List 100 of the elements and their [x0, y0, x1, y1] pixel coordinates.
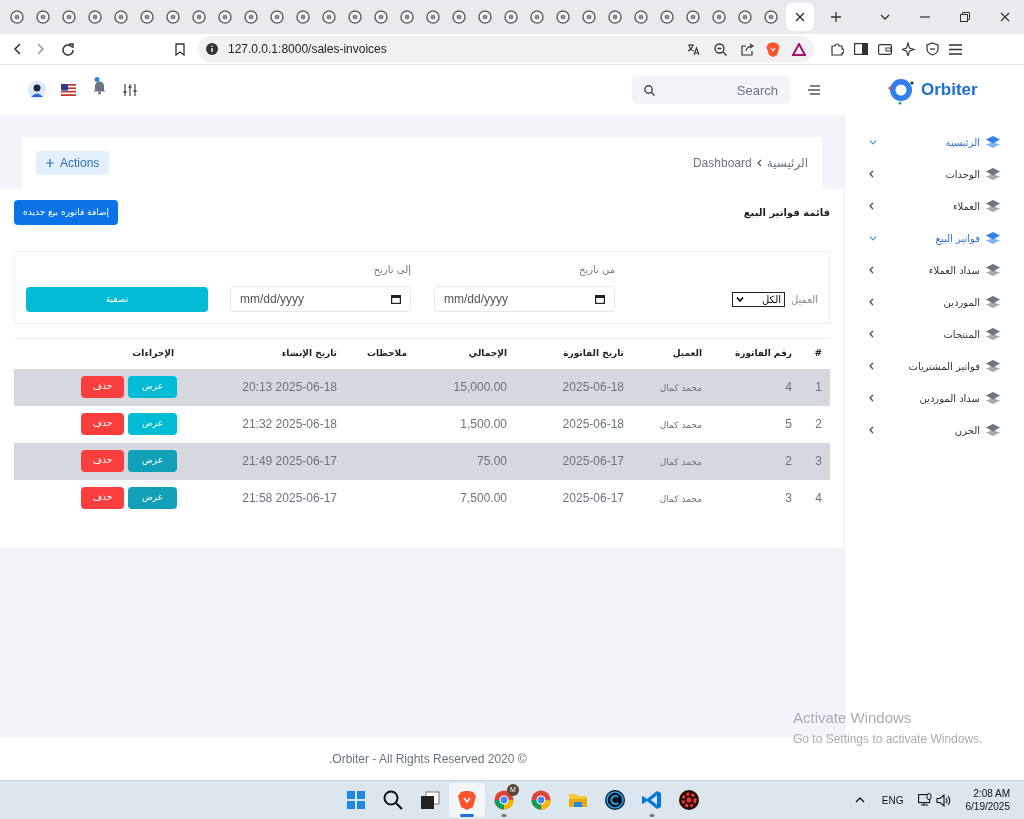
app-icon — [530, 789, 552, 811]
actions-button[interactable]: Actions — [36, 151, 110, 175]
breadcrumb-link[interactable]: Dashboard — [692, 154, 752, 172]
chevron-up-icon[interactable] — [854, 797, 865, 803]
sidebar-item[interactable]: الرئيسية — [845, 126, 1024, 158]
column-header: الإجمالي — [415, 338, 515, 369]
sidebar-item[interactable]: الخزن — [845, 414, 1024, 446]
running-indicator — [501, 814, 507, 817]
sliders-icon[interactable] — [123, 84, 137, 96]
network-icon[interactable] — [917, 793, 932, 807]
layers-icon — [986, 424, 1000, 436]
translate-icon[interactable] — [687, 42, 700, 56]
sidebar-item[interactable]: سداد الموردين — [845, 382, 1024, 414]
favicon-icon — [192, 10, 206, 24]
table-cell: 20:13 2025-06-18 — [242, 380, 337, 394]
bookmark-icon[interactable] — [175, 42, 185, 56]
layers-icon — [986, 264, 1000, 276]
table-cell: محمد كمال — [659, 383, 702, 393]
column-header: تاريخ الفاتورة — [515, 338, 632, 369]
dropdown-icon[interactable] — [880, 14, 890, 20]
favicon-icon — [530, 10, 544, 24]
app-icon — [641, 789, 663, 811]
sidebar-item[interactable]: الموردين — [845, 286, 1024, 318]
breadcrumb-link[interactable]: الرئيسية — [766, 154, 808, 172]
favicon-icon — [36, 10, 50, 24]
share-icon[interactable] — [741, 42, 754, 56]
clock[interactable]: 2:08 AM 6/19/2025 — [965, 787, 1010, 813]
sidebar-item[interactable]: سداد العملاء — [845, 254, 1024, 286]
sidebar-item[interactable]: الوحدات — [845, 158, 1024, 190]
extensions-icon[interactable] — [830, 42, 844, 56]
view-button[interactable]: عرض — [128, 450, 177, 472]
favicon-icon — [348, 10, 362, 24]
browser-tab[interactable] — [786, 3, 814, 31]
new-tab-icon[interactable] — [830, 11, 842, 23]
flag-icon[interactable] — [61, 84, 76, 96]
chevron-left-icon — [869, 298, 874, 306]
menu-icon[interactable] — [949, 43, 962, 55]
chevron-left-icon — [869, 362, 874, 370]
lion-shield-icon[interactable] — [766, 41, 780, 57]
table-cell: 21:58 2025-06-17 — [242, 491, 337, 505]
bell-icon[interactable] — [93, 77, 106, 95]
activation-text: Go to Settings to activate Windows. — [793, 730, 983, 748]
view-button[interactable]: عرض — [128, 487, 177, 509]
delete-button[interactable]: حذف — [81, 450, 124, 472]
shield-icon[interactable] — [926, 42, 939, 56]
app-icon — [345, 789, 367, 811]
language-indicator[interactable]: ENG — [881, 792, 904, 808]
triangle-icon[interactable] — [792, 42, 806, 56]
favicon-icon — [582, 10, 596, 24]
customer-select[interactable]: الكل — [731, 292, 785, 307]
avatar-icon[interactable] — [28, 81, 46, 99]
page-title: قائمة فواتير البيع — [743, 206, 830, 220]
app-icon — [493, 789, 515, 811]
search-field[interactable]: Search — [632, 76, 790, 104]
sidebar-item[interactable]: فواتير البيع — [845, 222, 1024, 254]
favicon-icon — [660, 10, 674, 24]
zoom-out-icon[interactable] — [714, 42, 727, 56]
sidebar-item[interactable]: العملاء — [845, 190, 1024, 222]
footer-text: .Orbiter - All Rights Reserved 2020 © — [329, 750, 527, 768]
column-header: الإجراءات — [14, 338, 182, 369]
favicon-icon — [686, 10, 700, 24]
delete-button[interactable]: حذف — [81, 413, 124, 435]
favicon-icon — [166, 10, 180, 24]
favicon-icon — [608, 10, 622, 24]
favicon-icon — [322, 10, 336, 24]
sidebar-icon[interactable] — [854, 43, 868, 55]
sparkle-icon[interactable] — [902, 42, 916, 56]
layers-icon — [986, 296, 1000, 308]
back-icon[interactable] — [13, 43, 21, 55]
table-cell: محمد كمال — [659, 494, 702, 504]
date-field[interactable]: mm/dd/yyyy — [434, 286, 615, 312]
favicon-icon — [712, 10, 726, 24]
sidebar-item[interactable]: المنتجات — [845, 318, 1024, 350]
add-invoice-button[interactable]: إضافة فاتوره بيع جديده — [14, 200, 119, 225]
favicon-icon — [504, 10, 518, 24]
layers-icon — [986, 392, 1000, 404]
date-field[interactable]: mm/dd/yyyy — [230, 286, 411, 312]
delete-button[interactable]: حذف — [81, 487, 124, 509]
layers-icon — [986, 200, 1000, 212]
volume-icon[interactable] — [935, 793, 952, 807]
wallet-icon[interactable] — [878, 43, 892, 55]
favicon-icon — [296, 10, 310, 24]
address-bar[interactable]: 127.0.0.1:8000/sales-invoices — [198, 36, 814, 62]
restore-icon[interactable] — [960, 12, 970, 22]
app-icon — [678, 789, 700, 811]
running-indicator — [649, 814, 655, 817]
reload-icon[interactable] — [61, 42, 74, 56]
table-cell: محمد كمال — [659, 420, 702, 430]
brand-name: Orbiter — [921, 79, 978, 102]
delete-button[interactable]: حذف — [81, 376, 124, 398]
forward-icon[interactable] — [37, 43, 45, 55]
sidebar-item[interactable]: فواتير المشتريات — [845, 350, 1024, 382]
chevron-left-icon — [869, 394, 874, 402]
table-cell: 7,500.00 — [460, 491, 507, 505]
table-cell: 1 — [815, 380, 822, 394]
layers-icon — [986, 328, 1000, 340]
close-icon[interactable] — [1000, 12, 1010, 22]
table-cell: 21:32 2025-06-18 — [242, 417, 337, 431]
favicon-icon — [634, 10, 648, 24]
table-cell: 15,000.00 — [453, 380, 507, 394]
